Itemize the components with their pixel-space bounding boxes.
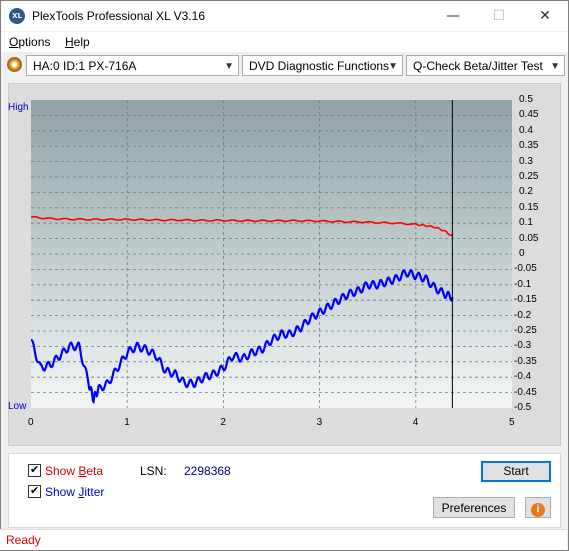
show-beta-checkbox[interactable]: ✔	[28, 464, 41, 477]
y-tick-label: 0	[519, 248, 525, 259]
y-tick-label: 0.3	[519, 155, 533, 167]
y-tick-label: 0.35	[519, 140, 539, 152]
show-jitter-checkbox[interactable]: ✔	[28, 485, 41, 498]
y-tick-label: 0.15	[519, 201, 539, 213]
y-tick-label: -0.1	[514, 278, 532, 290]
y-tick-label: -0.35	[514, 355, 537, 367]
x-tick-label: 4	[412, 417, 419, 428]
y-tick-label: 0.25	[519, 171, 539, 182]
controls-panel: ✔ Show Beta ✔ Show Jitter LSN: 2298368 S…	[8, 453, 561, 528]
info-button[interactable]: i	[525, 497, 551, 518]
x-tick-label: 1	[124, 417, 130, 428]
y-tick-label: 0.05	[519, 232, 539, 244]
y-label-high: High	[8, 102, 29, 113]
x-tick-label: 2	[220, 417, 226, 428]
y-tick-label: -0.2	[514, 309, 532, 321]
y-tick-label: 0.1	[519, 217, 533, 229]
preferences-button[interactable]: Preferences	[433, 497, 515, 518]
check-icon: ✔	[30, 485, 40, 497]
show-jitter-label[interactable]: Show Jitter	[45, 485, 104, 499]
y-tick-label: 0.5	[519, 94, 533, 105]
x-tick-label: 3	[316, 417, 323, 428]
x-tick-label: 0	[28, 417, 34, 428]
y-tick-label: -0.5	[514, 402, 532, 413]
x-tick-label: 5	[509, 417, 515, 428]
y-label-low: Low	[8, 401, 27, 412]
y-tick-label: -0.05	[514, 263, 537, 275]
start-button[interactable]: Start	[481, 461, 551, 482]
info-icon: i	[531, 503, 545, 517]
y-tick-label: 0.45	[519, 109, 539, 121]
grid-lines	[31, 100, 512, 408]
y-tick-label: -0.3	[514, 340, 532, 352]
y-tick-label: -0.4	[514, 371, 532, 383]
lsn-label: LSN:	[140, 464, 167, 478]
y-tick-label: 0.4	[519, 124, 533, 136]
y-tick-label: 0.2	[519, 186, 533, 198]
status-bar: Ready	[0, 529, 567, 550]
y-tick-label: -0.45	[514, 386, 537, 398]
y-tick-label: -0.25	[514, 325, 537, 336]
status-text: Ready	[6, 533, 41, 547]
show-beta-label[interactable]: Show Beta	[45, 464, 103, 478]
y-tick-label: -0.15	[514, 294, 537, 306]
check-icon: ✔	[30, 464, 40, 476]
lsn-value: 2298368	[184, 464, 231, 478]
